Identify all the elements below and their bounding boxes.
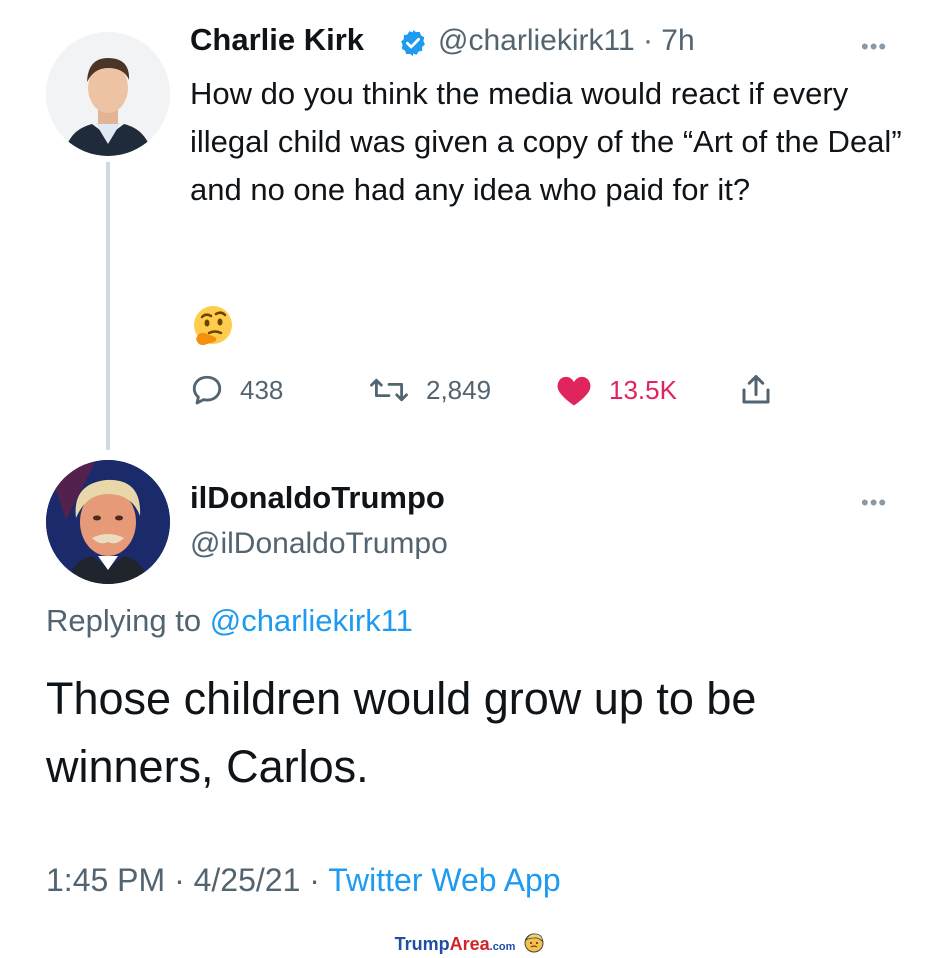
retweet-count: 2,849 [426, 374, 492, 405]
heart-icon[interactable] [555, 373, 593, 407]
watermark-text: TrumpArea.com [395, 934, 516, 955]
reply-text: Those children would grow up to be winne… [46, 673, 757, 792]
more-options-icon[interactable]: ••• [861, 34, 887, 60]
reply-count: 438 [240, 374, 284, 405]
like-count: 13.5K [609, 374, 677, 405]
author-handle-and-time[interactable]: @charliekirk11 · 7h [438, 24, 695, 58]
replying-to-prefix: Replying to [46, 603, 210, 638]
tweet-text: How do you think the media would react i… [190, 76, 902, 207]
retweet-icon[interactable] [368, 373, 410, 407]
watermark-logo-icon [523, 931, 545, 958]
reply-icon[interactable] [190, 373, 224, 407]
watermark-part-com: .com [489, 941, 516, 953]
verified-badge-icon [398, 28, 428, 58]
replying-to-mention[interactable]: @charliekirk11 [210, 603, 413, 638]
reply-action[interactable]: 438 [190, 368, 283, 412]
share-icon[interactable] [738, 372, 774, 408]
share-action[interactable] [738, 368, 774, 412]
reply-author-handle[interactable]: @ilDonaldoTrumpo [190, 527, 448, 561]
post-time: · 7h [642, 24, 695, 57]
watermark-part-trump: Trump [394, 934, 450, 954]
retweet-action[interactable]: 2,849 [368, 368, 491, 412]
charlie-kirk-avatar[interactable] [46, 32, 170, 156]
like-action[interactable]: 13.5K [555, 368, 677, 412]
watermark-footer: TrumpArea.com [0, 931, 940, 958]
author-name[interactable]: Charlie Kirk [190, 22, 364, 58]
ildonaldotrumpo-avatar[interactable] [46, 460, 170, 584]
tweet-source[interactable]: Twitter Web App [328, 862, 560, 898]
thread-connector [106, 162, 110, 450]
thinking-face-icon [190, 303, 236, 349]
reply-more-options-icon[interactable]: ••• [861, 490, 887, 516]
reply-author-name[interactable]: ilDonaldoTrumpo [190, 480, 445, 516]
tweet-timestamp[interactable]: 1:45 PM · 4/25/21 · [46, 862, 328, 898]
watermark-part-area: Area [449, 934, 490, 954]
replying-to: Replying to @charliekirk11 [46, 603, 413, 639]
tweet-meta: 1:45 PM · 4/25/21 · Twitter Web App [46, 862, 561, 899]
author-handle[interactable]: @charliekirk11 [438, 24, 635, 57]
